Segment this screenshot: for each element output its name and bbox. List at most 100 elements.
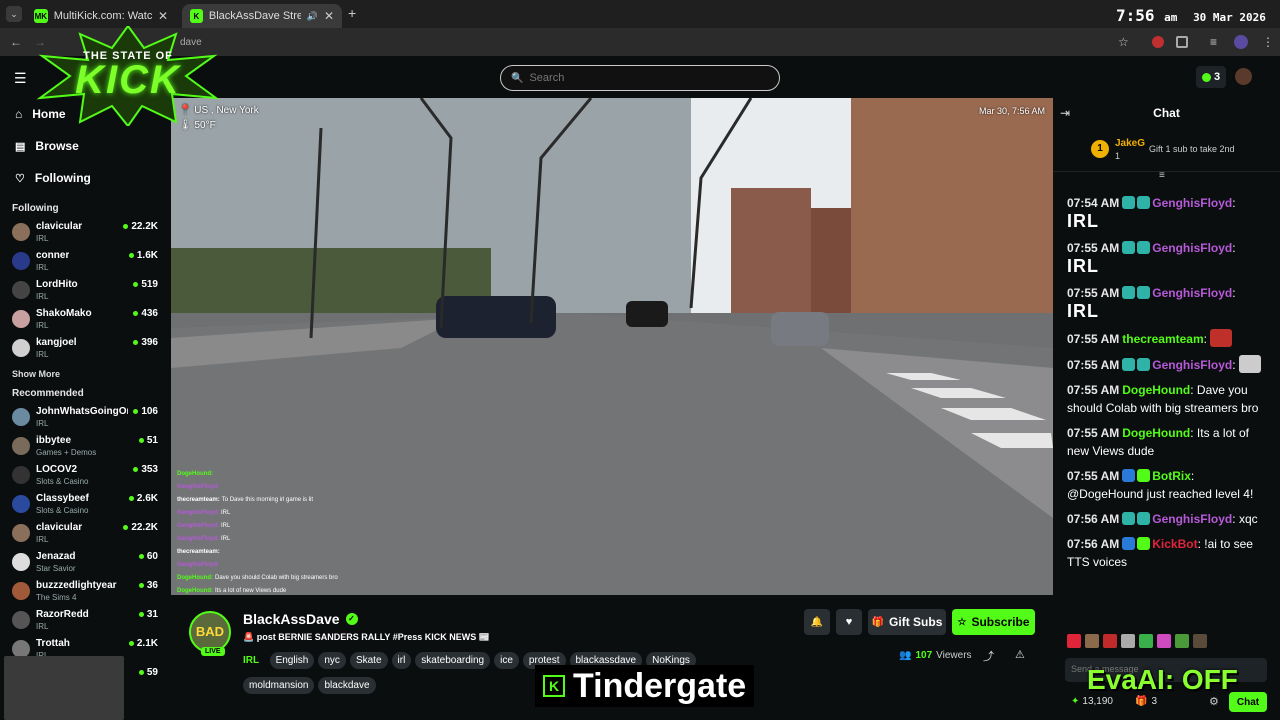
media-icon[interactable]: ≡: [1210, 35, 1217, 49]
sidebar-channel-item[interactable]: LOCOV2 Slots & Casino 353: [0, 461, 170, 490]
chat-message: 07:55 AM GenghisFloyd: IRL: [1053, 239, 1280, 277]
tag-chip[interactable]: nyc: [318, 652, 346, 669]
emote-icon[interactable]: [1193, 634, 1207, 648]
emote-icon[interactable]: [1139, 634, 1153, 648]
video-player[interactable]: 📍 US , New York 🌡 50°F Mar 30, 7:56 AM D…: [171, 98, 1053, 595]
sidebar-channel-item[interactable]: conner IRL 1.6K: [0, 247, 170, 276]
chat-username[interactable]: GenghisFloyd: [1152, 241, 1232, 255]
chat-username[interactable]: DogeHound: [1122, 383, 1190, 397]
puzzle-icon[interactable]: [1176, 36, 1188, 48]
chat-username[interactable]: thecreamteam: [1122, 332, 1203, 346]
channel-name: JohnWhatsGoingOn: [36, 406, 128, 417]
gift-icon: 🎁: [871, 616, 885, 628]
nav-browse[interactable]: ▤ Browse: [0, 130, 170, 162]
chat-username[interactable]: GenghisFloyd: [1152, 512, 1232, 526]
speaker-icon[interactable]: 🔊: [307, 11, 318, 22]
follow-heart-button[interactable]: ♥: [836, 609, 862, 635]
chat-username[interactable]: GenghisFloyd: [1152, 358, 1232, 372]
sidebar-channel-item[interactable]: ShakoMako IRL 436: [0, 305, 170, 334]
kick-points[interactable]: ✦ 13,190: [1071, 696, 1113, 707]
channel-name: Trottah: [36, 638, 70, 649]
emote-icon[interactable]: [1157, 634, 1171, 648]
tag-chip[interactable]: irl: [391, 652, 412, 669]
sidebar-channel-item[interactable]: clavicular IRL 22.2K: [0, 519, 170, 548]
sidebar-channel-item[interactable]: RazorRedd IRL 31: [0, 606, 170, 635]
back-icon[interactable]: ←: [10, 35, 22, 49]
sidebar-channel-item[interactable]: buzzzedlightyear The Sims 4 36: [0, 577, 170, 606]
tag-chip[interactable]: ice: [494, 652, 519, 669]
search-bar[interactable]: 🔍: [500, 65, 780, 91]
tab-list-icon[interactable]: ⌄: [6, 6, 22, 22]
emote-icon[interactable]: [1085, 634, 1099, 648]
chat-settings-icon[interactable]: ≡: [1159, 170, 1165, 181]
close-tab-icon[interactable]: ✕: [158, 9, 168, 23]
overlay-chat-user: GenghisFloyd:: [177, 510, 219, 516]
overlay-chat-line: DogeHound:: [177, 468, 427, 481]
heart-icon: ♥: [845, 616, 853, 628]
channel-name[interactable]: BlackAssDave ✓: [243, 611, 358, 627]
category-link[interactable]: IRL: [243, 655, 259, 666]
viewers-icon: 👥: [899, 650, 912, 661]
pinned-user[interactable]: JakeG: [1115, 138, 1145, 149]
chat-username[interactable]: GenghisFloyd: [1152, 196, 1232, 210]
notification-bell-button[interactable]: 🔔: [804, 609, 830, 635]
tag-chip[interactable]: moldmansion: [243, 677, 315, 694]
browser-tab[interactable]: MK MultiKick.com: Watch Multiple ✕: [26, 4, 176, 28]
chat-colon: :: [1232, 196, 1236, 210]
chat-username[interactable]: BotRix: [1152, 469, 1191, 483]
browser-menu-icon[interactable]: ⋮: [1262, 35, 1274, 49]
emote-icon[interactable]: [1103, 634, 1117, 648]
channel-name: buzzzedlightyear: [36, 580, 117, 591]
tag-chip[interactable]: blackdave: [318, 677, 376, 694]
share-icon[interactable]: ⤴: [983, 648, 994, 664]
bookmark-star-icon[interactable]: ☆: [1118, 35, 1129, 49]
notifications-button[interactable]: 3: [1196, 66, 1226, 88]
viewer-count: 519: [133, 279, 158, 290]
show-more-link[interactable]: Show More: [0, 363, 170, 385]
send-chat-button[interactable]: Chat: [1229, 692, 1267, 712]
sidebar-channel-item[interactable]: Jenazad Star Savior 60: [0, 548, 170, 577]
close-tab-icon[interactable]: ✕: [324, 9, 334, 23]
chat-settings-gear-icon[interactable]: ⚙: [1209, 695, 1219, 708]
user-avatar[interactable]: [1235, 68, 1252, 85]
user-badge-icon: [1122, 358, 1136, 371]
tag-chip[interactable]: Skate: [349, 652, 388, 669]
overlay-chat-line: thecreamteam:: [177, 546, 427, 559]
tag-chip[interactable]: English: [269, 652, 315, 669]
browser-tab-bar: ⌄ MK MultiKick.com: Watch Multiple ✕ K B…: [0, 0, 1280, 28]
chat-username[interactable]: GenghisFloyd: [1152, 286, 1232, 300]
extension-icon[interactable]: [1152, 36, 1164, 48]
sidebar-channel-item[interactable]: Classybeef Slots & Casino 2.6K: [0, 490, 170, 519]
gift-counter[interactable]: 🎁 3: [1135, 696, 1157, 707]
overlay-chat-user: GenghisFloyd:: [177, 536, 219, 542]
overlay-chat-text: IRL: [221, 536, 231, 542]
sidebar-channel-item[interactable]: clavicular IRL 22.2K: [0, 218, 170, 247]
nav-following[interactable]: ♡ Following: [0, 162, 170, 194]
overlay-chat-line: DogeHound: Dave you should Colab with big…: [177, 572, 427, 585]
sidebar-channel-item[interactable]: LordHito IRL 519: [0, 276, 170, 305]
user-badge-icon: [1122, 196, 1136, 209]
channel-category: IRL: [36, 263, 49, 272]
profile-icon[interactable]: [1234, 35, 1248, 49]
hamburger-menu-icon[interactable]: ☰: [14, 70, 27, 87]
tag-chip[interactable]: skateboarding: [415, 652, 491, 669]
channel-category: IRL: [36, 622, 49, 631]
subscribe-button[interactable]: ☆ Subscribe: [952, 609, 1035, 635]
viewer-count: 60: [138, 551, 158, 562]
emote-icon[interactable]: [1067, 634, 1081, 648]
sidebar-channel-item[interactable]: JohnWhatsGoingOn IRL 106: [0, 403, 170, 432]
sidebar-channel-item[interactable]: kangjoel IRL 396: [0, 334, 170, 363]
channel-avatar: [12, 252, 30, 270]
report-icon[interactable]: ⚠: [1015, 648, 1025, 661]
browser-tab-active[interactable]: K BlackAssDave Stream - Wat 🔊 ✕: [182, 4, 342, 28]
sidebar-channel-item[interactable]: ibbytee Games + Demos 51: [0, 432, 170, 461]
chat-username[interactable]: KickBot: [1152, 537, 1197, 551]
chat-username[interactable]: DogeHound: [1122, 426, 1190, 440]
gift-subs-button[interactable]: 🎁 Gift Subs: [868, 609, 946, 635]
search-input[interactable]: [529, 72, 760, 84]
emote-icon[interactable]: [1121, 634, 1135, 648]
gift-icon: 🎁: [1135, 696, 1148, 707]
channel-name: ShakoMako: [36, 308, 92, 319]
emote-icon[interactable]: [1175, 634, 1189, 648]
new-tab-button[interactable]: +: [348, 5, 356, 21]
